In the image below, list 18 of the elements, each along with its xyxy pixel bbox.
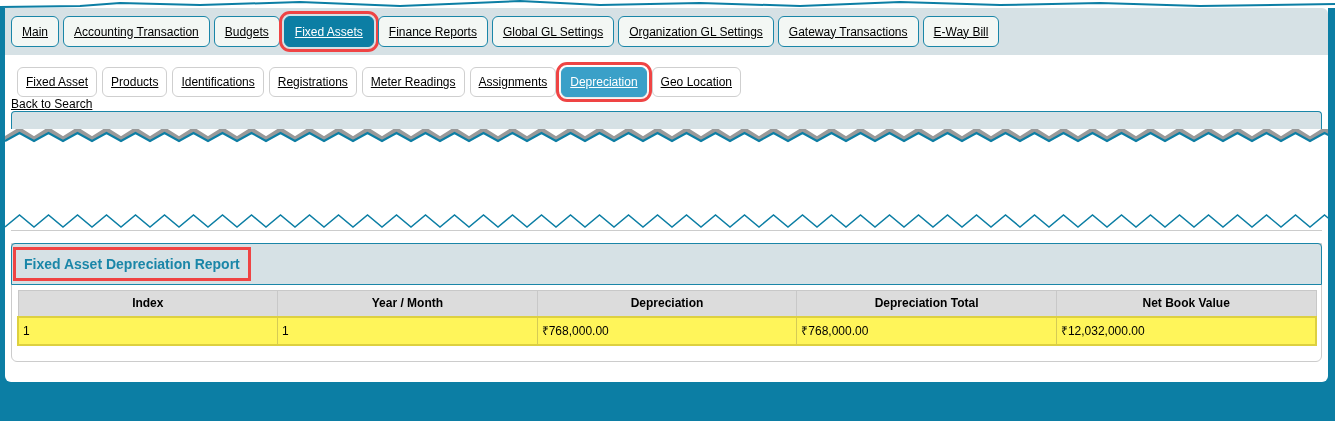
tab[interactable]: E-Way Bill [922, 16, 1000, 47]
tab[interactable]: Geo Location [651, 67, 741, 97]
tab[interactable]: Registrations [268, 67, 357, 97]
back-to-search-link[interactable]: Back to Search [11, 94, 93, 113]
tab[interactable]: Finance Reports [377, 16, 488, 47]
tab[interactable]: Products [102, 67, 168, 97]
tab[interactable]: Assignments [469, 67, 557, 97]
tab[interactable]: Global GL Settings [491, 16, 615, 47]
tab[interactable]: Budgets [213, 16, 280, 47]
table-row[interactable]: 1 1 ₹768,000.00 ₹768,000.00 ₹12,032,000.00 [18, 316, 1316, 345]
tab[interactable]: Main [11, 16, 59, 47]
tab[interactable]: Meter Readings [361, 67, 465, 97]
report-title: Fixed Asset Depreciation Report [13, 247, 251, 281]
tab[interactable]: Gateway Transactions [777, 16, 919, 47]
tab[interactable]: Accounting Transaction [63, 16, 210, 47]
tab[interactable]: Fixed Asset [17, 67, 98, 97]
tab[interactable]: Organization GL Settings [618, 16, 774, 47]
tab[interactable]: Identifications [172, 67, 264, 97]
